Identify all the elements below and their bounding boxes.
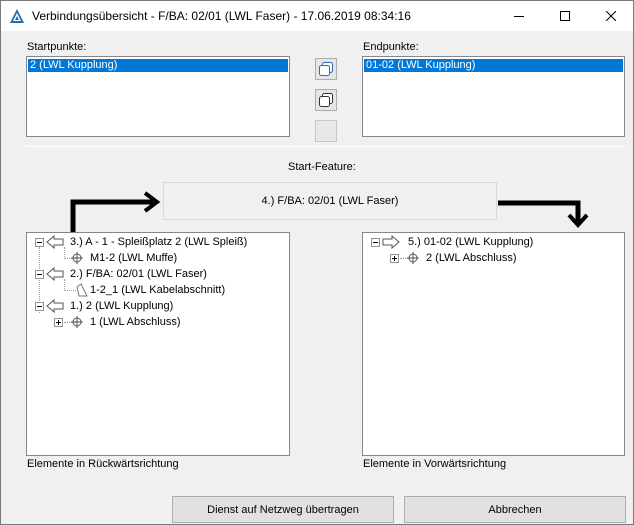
end-points-item[interactable]: 01-02 (LWL Kupplung)	[364, 59, 623, 72]
maximize-icon	[560, 11, 570, 21]
collapse-toggle[interactable]	[35, 302, 44, 311]
splice-crosshair-icon	[71, 316, 83, 328]
start-feature-value: 4.) F/BA: 02/01 (LWL Faser)	[261, 195, 399, 207]
backward-label: Elemente in Rückwärtsrichtung	[27, 458, 179, 470]
backward-tree[interactable]: 3.) A - 1 - Spleißplatz 2 (LWL Spleiß) M…	[26, 232, 290, 456]
forward-tree[interactable]: 5.) 01-02 (LWL Kupplung) 2 (LWL Abschlus…	[362, 232, 625, 456]
splice-crosshair-icon	[71, 252, 83, 264]
copy-icon	[319, 62, 333, 76]
transfer-service-label: Dienst auf Netzweg übertragen	[207, 503, 359, 516]
tree-node-label: 1.) 2 (LWL Kupplung)	[70, 300, 174, 312]
start-points-label: Startpunkte:	[27, 41, 87, 53]
collapse-toggle[interactable]	[371, 238, 380, 247]
start-feature-label: Start-Feature:	[288, 161, 356, 173]
forward-arrow-icon	[498, 200, 589, 228]
splice-crosshair-icon	[407, 252, 419, 264]
forward-label: Elemente in Vorwärtsrichtung	[363, 458, 507, 470]
tree-node-label: M1-2 (LWL Muffe)	[90, 252, 178, 264]
expand-toggle[interactable]	[390, 254, 399, 263]
backward-arrow-icon	[70, 191, 161, 234]
tree-node[interactable]: 3.) A - 1 - Spleißplatz 2 (LWL Spleiß)	[27, 234, 287, 250]
start-feature-box: 4.) F/BA: 02/01 (LWL Faser)	[163, 182, 497, 220]
tree-node-label: 2.) F/BA: 02/01 (LWL Faser)	[70, 268, 207, 280]
tree-node[interactable]: 2 (LWL Abschluss)	[363, 250, 623, 266]
tree-node[interactable]: 5.) 01-02 (LWL Kupplung)	[363, 234, 623, 250]
close-icon	[606, 11, 616, 21]
app-icon	[10, 9, 24, 23]
minimize-button[interactable]	[496, 1, 542, 31]
close-button[interactable]	[588, 1, 634, 31]
tree-node[interactable]: 2.) F/BA: 02/01 (LWL Faser)	[27, 266, 287, 282]
arrow-left-icon	[46, 235, 64, 249]
copy-alt-icon	[319, 93, 333, 107]
arrow-right-icon	[382, 235, 400, 249]
tree-node[interactable]: 1 (LWL Abschluss)	[27, 314, 287, 330]
fiber-section-icon	[76, 283, 88, 297]
cancel-label: Abbrechen	[488, 503, 542, 516]
tree-node[interactable]: M1-2 (LWL Muffe)	[27, 250, 287, 266]
cancel-button[interactable]: Abbrechen	[404, 496, 626, 523]
expand-toggle[interactable]	[54, 318, 63, 327]
copy-button[interactable]	[315, 58, 337, 80]
empty-button[interactable]	[315, 120, 337, 142]
arrow-left-icon	[46, 299, 64, 313]
tree-node-label: 2 (LWL Abschluss)	[426, 252, 517, 264]
tree-node-label: 1 (LWL Abschluss)	[90, 316, 181, 328]
minimize-icon	[514, 16, 524, 17]
tree-node-label: 5.) 01-02 (LWL Kupplung)	[408, 236, 534, 248]
collapse-toggle[interactable]	[35, 270, 44, 279]
arrow-left-icon	[46, 267, 64, 281]
end-points-list[interactable]: 01-02 (LWL Kupplung)	[362, 56, 625, 137]
tree-node-label: 3.) A - 1 - Spleißplatz 2 (LWL Spleiß)	[70, 236, 248, 248]
tree-node-label: 1-2_1 (LWL Kabelabschnitt)	[90, 284, 226, 296]
start-points-item[interactable]: 2 (LWL Kupplung)	[28, 59, 288, 72]
copy-alt-button[interactable]	[315, 89, 337, 111]
separator	[26, 146, 625, 147]
transfer-service-button[interactable]: Dienst auf Netzweg übertragen	[172, 496, 394, 523]
collapse-toggle[interactable]	[35, 238, 44, 247]
tree-node[interactable]: 1-2_1 (LWL Kabelabschnitt)	[27, 282, 287, 298]
start-points-list[interactable]: 2 (LWL Kupplung)	[26, 56, 290, 137]
maximize-button[interactable]	[542, 1, 588, 31]
tree-node[interactable]: 1.) 2 (LWL Kupplung)	[27, 298, 287, 314]
end-points-label: Endpunkte:	[363, 41, 419, 53]
dialog-window: Verbindungsübersicht - F/BA: 02/01 (LWL …	[0, 0, 634, 525]
title-bar[interactable]: Verbindungsübersicht - F/BA: 02/01 (LWL …	[1, 1, 633, 31]
window-title: Verbindungsübersicht - F/BA: 02/01 (LWL …	[32, 9, 411, 23]
